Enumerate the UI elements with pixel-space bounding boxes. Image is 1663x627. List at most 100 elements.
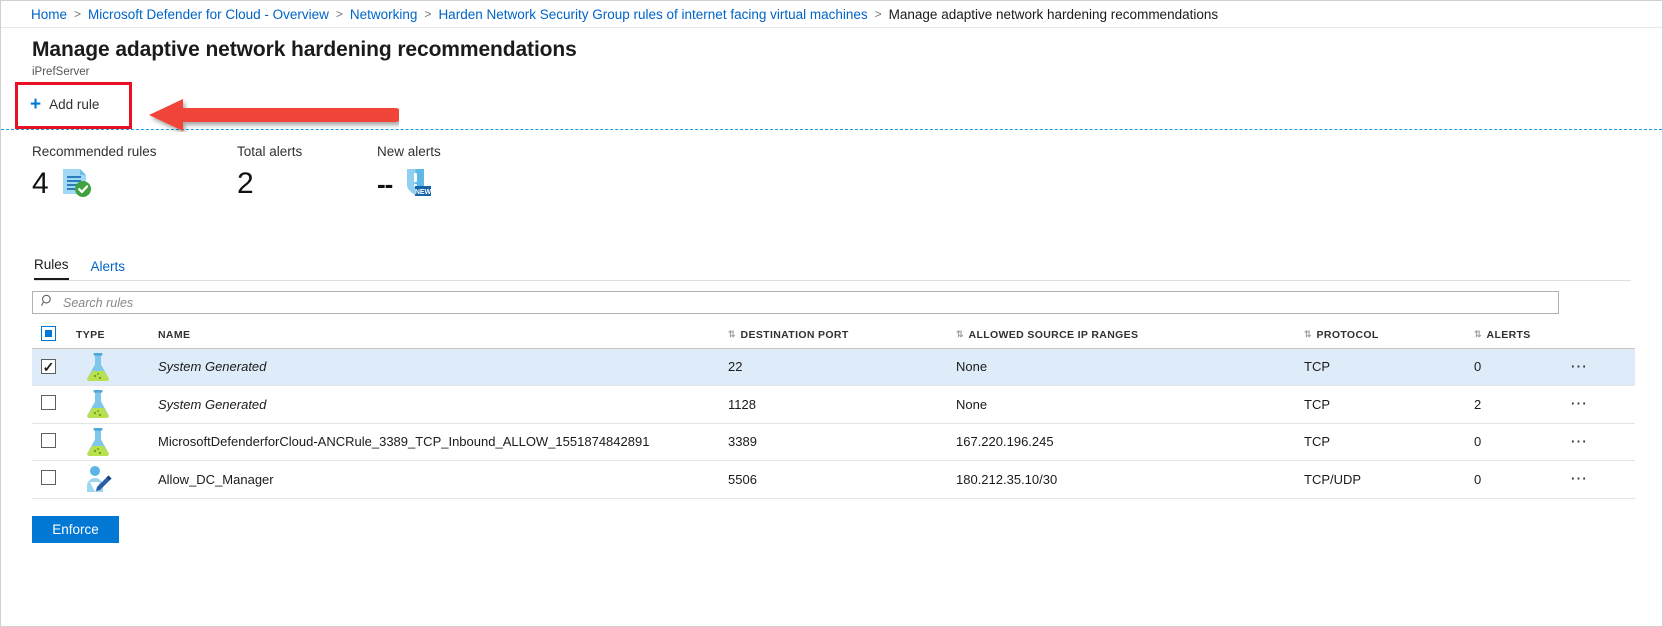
row-destination-port: 1128 (728, 385, 956, 424)
row-checkbox[interactable]: ✓ (41, 359, 56, 374)
table-row[interactable]: Allow_DC_Manager 5506 180.212.35.10/30 T… (32, 460, 1635, 499)
user-edit-custom-rule-icon (76, 466, 114, 493)
stats-summary: Recommended rules 4 Total alerts 2 New a… (1, 130, 1662, 204)
search-icon (41, 294, 54, 312)
breadcrumb-item-harden-nsg-rules[interactable]: Harden Network Security Group rules of i… (438, 7, 867, 22)
row-checkbox-cell[interactable]: ✓ (32, 348, 76, 386)
search-container (1, 281, 1662, 314)
stat-value: 2 (237, 167, 254, 200)
row-name: MicrosoftDefenderforCloud-ANCRule_3389_T… (158, 423, 728, 461)
stat-new-alerts: New alerts -- NEW (377, 143, 537, 204)
flask-system-generated-icon (76, 352, 114, 381)
enforce-button[interactable]: Enforce (32, 515, 119, 543)
header-alerts-label: ALERTS (1486, 328, 1531, 341)
row-type-cell (76, 348, 158, 386)
header-name-label: NAME (158, 328, 191, 341)
title-block: Manage adaptive network hardening recomm… (1, 28, 1662, 79)
flask-system-generated-icon (76, 390, 114, 419)
row-alerts: 2 (1474, 385, 1564, 424)
header-type-label: TYPE (76, 328, 105, 341)
row-type-cell (76, 423, 158, 461)
sort-updown-icon[interactable]: ⇅ (1474, 329, 1481, 340)
row-allowed-source-ip-ranges: 167.220.196.245 (956, 423, 1304, 461)
row-name: System Generated (158, 385, 728, 424)
more-options-icon[interactable]: ⋯ (1564, 470, 1594, 487)
breadcrumb-item-defender-overview[interactable]: Microsoft Defender for Cloud - Overview (88, 7, 329, 22)
rules-document-check-icon (59, 166, 93, 203)
header-protocol-label: PROTOCOL (1316, 328, 1379, 341)
breadcrumb-item-home[interactable]: Home (31, 7, 67, 22)
header-destination-port-label: DESTINATION PORT (740, 328, 849, 341)
rules-table: TYPE NAME ⇅ DESTINATION PORT ⇅ ALLOWED S… (32, 324, 1635, 499)
annotation-arrow-icon (149, 98, 402, 137)
select-all-checkbox[interactable] (41, 325, 56, 341)
select-all-indeterminate-mark (45, 329, 52, 337)
add-rule-button[interactable]: + Add rule (26, 95, 103, 114)
row-type-cell (76, 460, 158, 499)
row-destination-port: 3389 (728, 423, 956, 461)
stat-total-alerts: Total alerts 2 (237, 143, 377, 204)
row-protocol: TCP (1304, 423, 1474, 461)
search-box[interactable] (32, 291, 1559, 314)
breadcrumb-item-networking[interactable]: Networking (350, 7, 418, 22)
row-protocol: TCP (1304, 348, 1474, 386)
stat-label: Total alerts (237, 144, 303, 159)
header-menu (1564, 324, 1635, 349)
sort-updown-icon[interactable]: ⇅ (728, 329, 735, 340)
header-allowed-source-ip-ranges-label: ALLOWED SOURCE IP RANGES (968, 328, 1139, 341)
header-protocol[interactable]: ⇅ PROTOCOL (1304, 324, 1474, 349)
shield-new-alert-icon: NEW (402, 166, 432, 203)
sort-updown-icon[interactable]: ⇅ (956, 329, 963, 340)
row-menu-cell[interactable]: ⋯ (1564, 460, 1635, 499)
stat-label: Recommended rules (32, 144, 157, 159)
more-options-icon[interactable]: ⋯ (1564, 395, 1594, 412)
add-rule-label: Add rule (49, 97, 100, 112)
row-type-cell (76, 385, 158, 424)
sort-updown-icon[interactable]: ⇅ (1304, 329, 1311, 340)
row-allowed-source-ip-ranges: None (956, 348, 1304, 386)
more-options-icon[interactable]: ⋯ (1564, 358, 1594, 375)
table-row[interactable]: MicrosoftDefenderforCloud-ANCRule_3389_T… (32, 423, 1635, 461)
checkmark-icon: ✓ (42, 358, 55, 375)
stat-label: New alerts (377, 144, 441, 159)
row-checkbox-cell[interactable] (32, 423, 76, 461)
row-checkbox[interactable] (41, 395, 56, 411)
breadcrumb-separator: > (874, 7, 882, 21)
row-destination-port: 22 (728, 348, 956, 386)
row-menu-cell[interactable]: ⋯ (1564, 348, 1635, 386)
row-menu-cell[interactable]: ⋯ (1564, 385, 1635, 424)
row-checkbox[interactable] (41, 432, 56, 448)
rules-table-container: TYPE NAME ⇅ DESTINATION PORT ⇅ ALLOWED S… (1, 314, 1662, 499)
row-alerts: 0 (1474, 348, 1564, 386)
table-row[interactable]: ✓ System Generated 22 None TCP 0 ⋯ (32, 348, 1635, 386)
tab-rules[interactable]: Rules (34, 256, 69, 280)
row-name: System Generated (158, 348, 728, 386)
header-select-all[interactable] (32, 324, 76, 349)
svg-text:NEW: NEW (415, 189, 432, 196)
tab-alerts[interactable]: Alerts (91, 258, 126, 280)
footer-actions: Enforce (1, 499, 1662, 543)
header-alerts[interactable]: ⇅ ALERTS (1474, 324, 1564, 349)
more-options-icon[interactable]: ⋯ (1564, 433, 1594, 450)
azure-portal-blade: Home > Microsoft Defender for Cloud - Ov… (0, 0, 1663, 627)
breadcrumb-separator: > (424, 7, 432, 21)
row-destination-port: 5506 (728, 460, 956, 499)
row-checkbox-cell[interactable] (32, 460, 76, 499)
search-input[interactable] (61, 294, 1550, 311)
row-checkbox[interactable] (41, 470, 56, 486)
row-checkbox-cell[interactable] (32, 385, 76, 424)
header-name[interactable]: NAME (158, 324, 728, 349)
header-destination-port[interactable]: ⇅ DESTINATION PORT (728, 324, 956, 349)
flask-system-generated-icon (76, 427, 114, 456)
table-row[interactable]: System Generated 1128 None TCP 2 ⋯ (32, 385, 1635, 424)
breadcrumb-separator: > (74, 7, 82, 21)
tab-list: Rules Alerts (1, 254, 1662, 280)
plus-icon: + (30, 93, 42, 115)
row-menu-cell[interactable]: ⋯ (1564, 423, 1635, 461)
row-protocol: TCP (1304, 385, 1474, 424)
breadcrumb-separator: > (335, 7, 343, 21)
page-subtitle: iPrefServer (32, 66, 90, 78)
row-alerts: 0 (1474, 423, 1564, 461)
header-allowed-source-ip-ranges[interactable]: ⇅ ALLOWED SOURCE IP RANGES (956, 324, 1304, 349)
row-allowed-source-ip-ranges: 180.212.35.10/30 (956, 460, 1304, 499)
